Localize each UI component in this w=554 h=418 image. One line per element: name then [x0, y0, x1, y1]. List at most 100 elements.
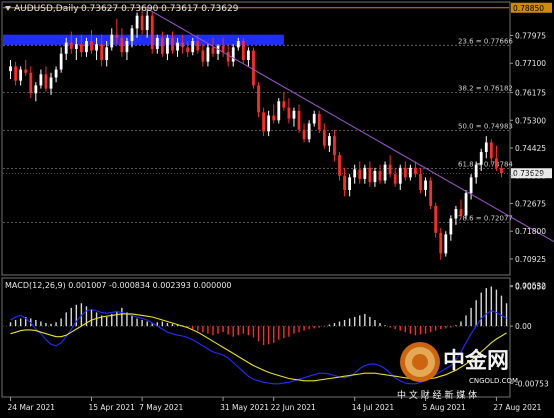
candle[interactable]: [307, 120, 311, 143]
candle-body: [449, 218, 453, 235]
candle-body: [14, 66, 17, 81]
candle-body: [115, 34, 119, 38]
candle-body: [292, 110, 296, 119]
candle-body: [267, 115, 271, 132]
supply-zone-layer: [3, 34, 284, 45]
candle[interactable]: [429, 177, 433, 210]
candle-body: [302, 129, 306, 140]
candle-body: [9, 66, 12, 72]
candle-body: [444, 234, 448, 254]
candle-body: [54, 69, 58, 78]
candle-body: [287, 107, 291, 119]
candle-body: [181, 42, 185, 48]
chart-canvas[interactable]: 23.6 = 0.77666 38.2 = 0.76182 50.0 = 0.749…: [0, 0, 554, 414]
candle-body: [464, 193, 468, 216]
supply-zone-rect[interactable]: [3, 34, 284, 45]
candle-body: [49, 77, 53, 89]
candle-body: [393, 174, 397, 184]
candle-body: [211, 47, 215, 54]
candle-body: [145, 15, 149, 30]
candle-body: [120, 37, 124, 53]
candle-body: [429, 180, 433, 206]
watermark-domain: CNGOLD.COM: [469, 377, 518, 385]
candle-body: [388, 164, 392, 175]
candle-body: [439, 232, 443, 254]
candle-body: [105, 47, 109, 61]
candle-body: [489, 142, 493, 159]
fib-level-label: 23.6 = 0.77666: [458, 37, 513, 45]
candle[interactable]: [317, 110, 321, 133]
fib-level-label: 61.8 = 0.73784: [458, 160, 513, 168]
candle-body: [434, 205, 438, 233]
candle-body: [414, 167, 417, 175]
candle-body: [262, 112, 265, 132]
candle-body: [297, 110, 301, 130]
candle-body: [383, 164, 387, 181]
candle-body: [90, 41, 93, 51]
candle-body: [419, 174, 422, 191]
coin-logo-core: [412, 354, 428, 370]
candle-body: [85, 41, 88, 53]
candle-body: [176, 42, 179, 51]
candle[interactable]: [241, 37, 245, 64]
candle-body: [353, 169, 357, 178]
candle-body: [236, 41, 240, 48]
time-tick-label: 7 May 2021: [139, 403, 183, 412]
candle-body: [140, 15, 144, 30]
candle-body: [95, 44, 98, 51]
candle-body: [100, 44, 104, 61]
candle-body: [247, 50, 250, 61]
candle[interactable]: [257, 82, 260, 118]
time-tick-label: 31 May 2021: [220, 403, 269, 412]
candle-body: [322, 129, 326, 146]
candle-body: [454, 209, 458, 219]
candle-body: [171, 37, 174, 51]
candle-body: [44, 74, 48, 89]
candle-body: [327, 136, 331, 146]
candle-body: [125, 41, 129, 53]
macd-tick-label: -0.00753: [515, 379, 549, 388]
candle-body: [186, 47, 190, 53]
candle-body: [110, 34, 114, 48]
candle-body: [191, 41, 195, 53]
candle-body: [317, 113, 321, 130]
candle-body: [226, 52, 230, 62]
candle-body: [39, 74, 43, 86]
watermark-subtitle: 中 文 财 经 新 媒 体: [397, 389, 477, 401]
candle-body: [484, 142, 488, 152]
price-tick-label: 0.77975: [515, 31, 546, 40]
candle[interactable]: [277, 98, 281, 124]
time-tick-label: 5 Aug 2021: [423, 403, 466, 412]
candle[interactable]: [444, 231, 448, 257]
candle[interactable]: [464, 190, 468, 219]
price-tick-label: 0.74425: [515, 144, 546, 153]
candle-body: [196, 41, 200, 51]
candle-body: [398, 167, 402, 184]
time-tick-label: 14 Jul 2021: [352, 403, 395, 412]
candle[interactable]: [383, 161, 387, 184]
candle[interactable]: [150, 12, 154, 54]
candle-body: [312, 113, 316, 124]
candle-body: [64, 42, 68, 54]
price-tick-label: 0.77100: [515, 59, 546, 68]
candle-body: [307, 123, 311, 140]
candle-body: [241, 41, 245, 61]
candle-body: [378, 170, 382, 181]
candle[interactable]: [434, 202, 438, 238]
ohlc-readout: 0.73627 0.73690 0.73617 0.73629: [81, 4, 239, 14]
candle-body: [333, 136, 336, 156]
candle-body: [79, 44, 83, 53]
price-tick-label: 0.70925: [515, 255, 546, 264]
candle-body: [338, 155, 341, 176]
candle-body: [135, 15, 139, 29]
candle-body: [495, 158, 498, 168]
candle-body: [206, 47, 210, 62]
candle-body: [272, 115, 276, 121]
candle-body: [277, 101, 281, 121]
candle-body: [459, 209, 463, 216]
candle-body: [282, 101, 286, 108]
price-tick-label: 0.72675: [515, 199, 546, 208]
candle-body: [348, 177, 352, 191]
candle-body: [474, 164, 478, 178]
candle[interactable]: [252, 47, 255, 89]
